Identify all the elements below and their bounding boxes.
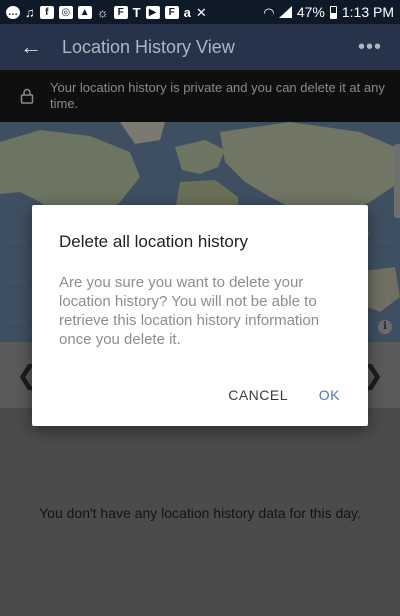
- youtube-icon: ▶: [145, 5, 160, 19]
- empty-state-message: You don't have any location history data…: [39, 505, 361, 521]
- signal-icon: [278, 6, 292, 18]
- privacy-banner-text: Your location history is private and you…: [50, 80, 385, 111]
- lock-icon: [20, 88, 34, 104]
- instagram-icon: ◎: [58, 5, 73, 19]
- battery-percentage: 47%: [296, 4, 325, 20]
- flipboard-icon: F: [113, 5, 128, 19]
- dialog-message: Are you sure you want to delete your loc…: [59, 274, 320, 348]
- image-icon: ▲: [77, 5, 92, 19]
- amazon-icon: a: [183, 4, 191, 20]
- app-bar: ← Location History View •••: [0, 24, 400, 70]
- t-mobile-icon: T: [132, 4, 141, 20]
- mute-icon: ✕: [195, 4, 207, 20]
- page-title: Location History View: [62, 36, 235, 57]
- battery-icon: [329, 5, 337, 19]
- music-note-icon: ♫: [25, 4, 35, 20]
- dialog-title: Delete all location history: [59, 232, 248, 251]
- info-icon[interactable]: i: [378, 320, 392, 334]
- back-button[interactable]: ←: [0, 24, 62, 70]
- back-arrow-icon: ←: [20, 34, 42, 59]
- notification-icons: … ♫ f ◎ ▲ ☼ F T ▶ F a ✕: [6, 4, 264, 20]
- map-drag-handle[interactable]: [394, 144, 400, 218]
- delete-confirmation-dialog: Delete all location history Are you sure…: [32, 205, 368, 426]
- flipboard-icon: F: [164, 5, 179, 19]
- chat-bubble-icon: …: [6, 5, 20, 19]
- more-options-button[interactable]: •••: [340, 24, 400, 70]
- privacy-banner: Your location history is private and you…: [0, 70, 400, 122]
- clock: 1:13 PM: [341, 4, 394, 20]
- cancel-button[interactable]: CANCEL: [228, 387, 288, 403]
- more-dots-icon: •••: [357, 35, 382, 58]
- facebook-icon: f: [39, 5, 54, 19]
- weather-icon: ☼: [96, 4, 109, 20]
- wifi-icon: ◠: [263, 4, 274, 20]
- system-status: ◠ 47% 1:13 PM: [264, 4, 394, 20]
- status-bar: … ♫ f ◎ ▲ ☼ F T ▶ F a ✕ ◠ 47% 1:13 PM: [0, 0, 400, 24]
- ok-button[interactable]: OK: [319, 387, 340, 403]
